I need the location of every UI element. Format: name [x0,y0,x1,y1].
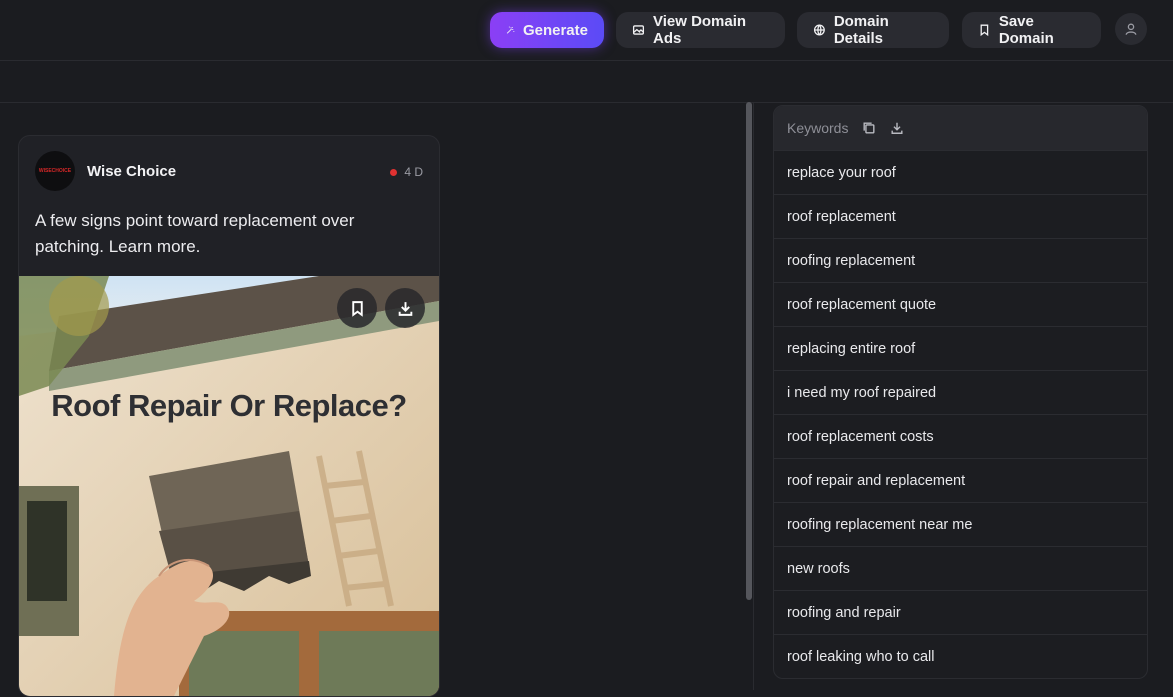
copy-icon[interactable] [862,121,876,135]
keyword-item[interactable]: new roofs [774,546,1147,590]
keyword-item[interactable]: roof leaking who to call [774,634,1147,678]
download-icon [398,301,412,316]
bookmark-ad-button[interactable] [337,288,377,328]
panel-divider [753,102,754,690]
save-domain-button[interactable]: Save Domain [962,12,1101,48]
ad-creative-image[interactable]: Roof Repair Or Replace? [19,276,439,696]
globe-icon [813,24,825,36]
keyword-item[interactable]: roof replacement [774,194,1147,238]
sub-toolbar [0,61,1173,103]
view-domain-ads-label: View Domain Ads [652,13,747,47]
creative-headline: Roof Repair Or Replace? [51,388,407,423]
status-dot-icon [390,168,398,176]
bookmark-icon [980,24,989,37]
domain-details-label: Domain Details [833,13,889,47]
keyword-item[interactable]: replace your roof [774,150,1147,194]
keywords-title: Keywords [787,120,849,136]
ad-age-label: 4 D [404,165,423,179]
keyword-item[interactable]: roof repair and replacement [774,458,1147,502]
ad-age: 4 D [390,165,423,179]
keyword-item[interactable]: replacing entire roof [774,326,1147,370]
domain-details-button[interactable]: Domain Details [797,12,949,48]
top-toolbar: Generate View Domain Ads Domain Details … [0,0,1173,61]
image-icon [632,25,645,35]
generate-label: Generate [522,21,588,39]
save-domain-label: Save Domain [998,13,1054,47]
logo-text: WISECHOICE [38,168,72,174]
magic-wand-icon [506,26,515,34]
advertiser-logo: WISECHOICE [35,151,75,191]
download-ad-button[interactable] [385,288,425,328]
ad-card[interactable]: WISECHOICE Wise Choice 4 D A few signs p… [18,135,440,697]
keyword-item[interactable]: roofing replacement [774,238,1147,282]
user-icon [1125,23,1137,35]
bookmark-icon [351,300,363,317]
keyword-item[interactable]: roofing and repair [774,590,1147,634]
advertiser-name: Wise Choice [87,163,177,180]
roof-scene-illustration [19,276,439,696]
keyword-item[interactable]: i need my roof repaired [774,370,1147,414]
keyword-item[interactable]: roof replacement costs [774,414,1147,458]
download-icon[interactable] [890,121,904,135]
view-domain-ads-button[interactable]: View Domain Ads [616,12,785,48]
scrollbar-thumb[interactable] [746,102,752,600]
ad-copy: A few signs point toward replacement ove… [35,211,355,256]
keyword-item[interactable]: roofing replacement near me [774,502,1147,546]
keywords-header: Keywords [774,106,1147,150]
user-menu-button[interactable] [1115,13,1147,45]
keywords-panel: Keywords replace your roof roof replacem… [773,105,1148,679]
generate-button[interactable]: Generate [490,12,604,48]
keyword-item[interactable]: roof replacement quote [774,282,1147,326]
